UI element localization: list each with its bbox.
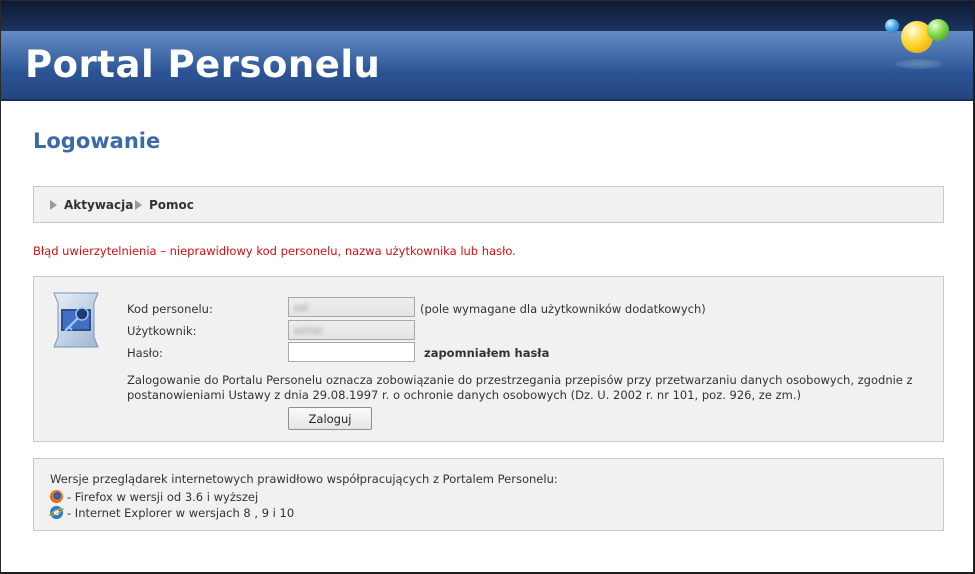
arrow-right-icon: [135, 200, 142, 210]
browser-support-panel: Wersje przeglądarek internetowych prawid…: [33, 458, 944, 531]
user-label: Użytkownik:: [127, 324, 197, 338]
nav-bar: Aktywacja Pomoc: [33, 186, 944, 223]
code-label: Kod personelu:: [127, 302, 213, 316]
browser-item-firefox: - Firefox w wersji od 3.6 i wyższej: [50, 490, 258, 504]
password-input[interactable]: [288, 342, 415, 362]
browser-item-text: - Internet Explorer w wersjach 8 , 9 i 1…: [67, 506, 295, 520]
nav-item-label: Pomoc: [149, 198, 194, 212]
login-panel: Kod personelu: (pole wymagane dla użytko…: [33, 276, 944, 442]
nav-item-activation[interactable]: Aktywacja: [50, 198, 133, 212]
app-title: Portal Personelu: [25, 43, 381, 86]
login-key-icon: [53, 292, 99, 348]
nav-item-label: Aktywacja: [64, 198, 134, 212]
internet-explorer-icon: [50, 506, 63, 519]
forgot-password-link[interactable]: zapomniałem hasła: [424, 346, 549, 360]
password-label: Hasło:: [127, 346, 163, 360]
browser-item-ie: - Internet Explorer w wersjach 8 , 9 i 1…: [50, 506, 294, 520]
code-hint: (pole wymagane dla użytkowników dodatkow…: [420, 302, 706, 316]
page-title: Logowanie: [33, 129, 161, 153]
nav-item-help[interactable]: Pomoc: [135, 198, 194, 212]
arrow-right-icon: [50, 200, 57, 210]
error-message: Błąd uwierzytelnienia – nieprawidłowy ko…: [33, 244, 516, 258]
browser-item-text: - Firefox w wersji od 3.6 i wyższej: [67, 490, 259, 504]
firefox-icon: [50, 490, 63, 503]
code-input[interactable]: [288, 297, 415, 317]
portal-logo-icon: [881, 15, 961, 75]
username-input[interactable]: [288, 320, 415, 340]
browser-support-intro: Wersje przeglądarek internetowych prawid…: [50, 472, 558, 486]
window-frame: Portal Personelu Logowanie Aktywacja Pom…: [0, 0, 975, 574]
privacy-note: Zalogowanie do Portalu Personelu oznacza…: [127, 373, 913, 402]
header-banner: Portal Personelu: [1, 1, 973, 101]
login-button[interactable]: Zaloguj: [288, 407, 372, 430]
